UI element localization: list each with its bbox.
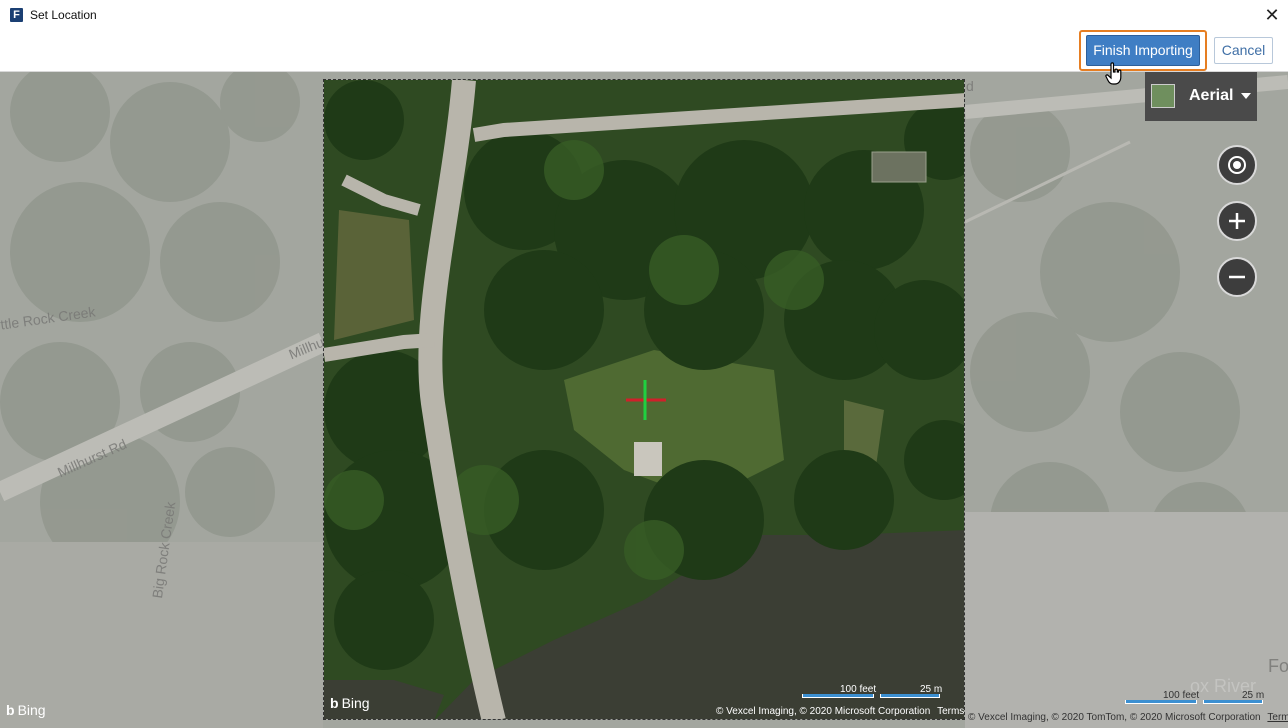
outer-attribution: © Vexcel Imaging, © 2020 TomTom, © 2020 …	[968, 712, 1288, 723]
scale-bar-outer	[1203, 700, 1263, 704]
outer-terms-link[interactable]: Terms	[1267, 712, 1288, 723]
scale-bar	[802, 694, 874, 698]
title-bar: F Set Location ✕	[0, 0, 1288, 30]
zoom-out-button[interactable]	[1217, 257, 1257, 297]
zoom-out-icon	[1229, 275, 1245, 279]
map-label: d	[966, 78, 974, 94]
finish-importing-button[interactable]: Finish Importing	[1086, 35, 1200, 66]
locate-icon	[1228, 156, 1246, 174]
set-location-window: F Set Location ✕ Finish Importing Cancel	[0, 0, 1288, 728]
cancel-button[interactable]: Cancel	[1214, 37, 1273, 64]
bing-logo-outer: b Bing	[6, 702, 46, 718]
bing-logo: b Bing	[330, 695, 370, 711]
bing-label: Bing	[17, 702, 46, 718]
app-icon: F	[10, 8, 23, 22]
hand-cursor-icon	[1105, 62, 1122, 85]
aerial-imagery[interactable]: b Bing 100 feet 25 m © Vexcel Imaging, ©…	[323, 79, 965, 720]
map-style-dropdown[interactable]: Aerial	[1145, 72, 1257, 121]
zoom-in-icon	[1229, 213, 1245, 229]
map-style-label: Aerial	[1189, 87, 1234, 104]
map-label: Fo	[1268, 656, 1288, 676]
window-title: Set Location	[30, 8, 97, 22]
locate-button[interactable]	[1217, 145, 1257, 185]
aerial-thumbnail-icon	[1151, 84, 1175, 108]
aerial-attribution: © Vexcel Imaging, © 2020 Microsoft Corpo…	[716, 706, 965, 717]
bing-icon: b	[6, 702, 15, 718]
scale-bar	[880, 694, 940, 698]
bing-icon: b	[330, 695, 339, 711]
close-icon[interactable]: ✕	[1262, 5, 1282, 25]
aerial-photo	[324, 80, 964, 719]
aerial-terms-link[interactable]: Terms	[937, 706, 964, 717]
chevron-down-icon	[1241, 93, 1251, 99]
scale-bar-outer	[1125, 700, 1197, 704]
zoom-in-button[interactable]	[1217, 201, 1257, 241]
bing-label: Bing	[341, 695, 370, 711]
toolbar: Finish Importing Cancel	[0, 30, 1288, 72]
map-view[interactable]: ttle Rock Creek Millhu Millhurst Rd Big …	[0, 72, 1288, 728]
